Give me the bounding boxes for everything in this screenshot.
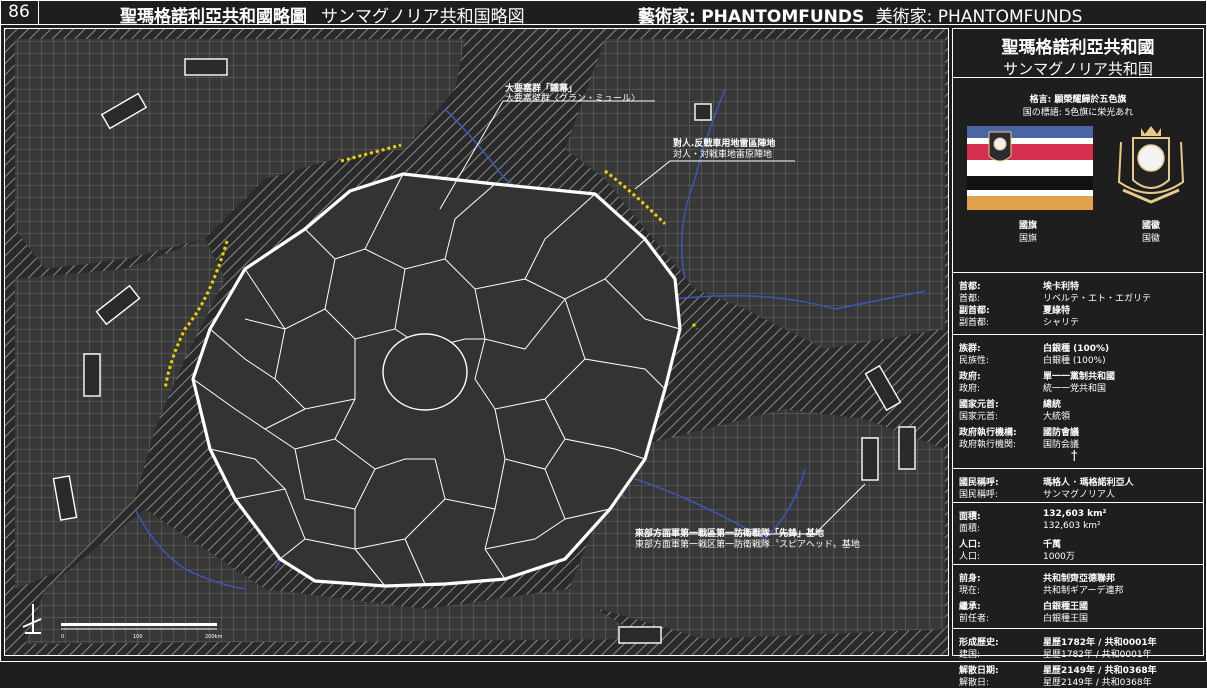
info-value: 統一一党共和国 [1043, 384, 1107, 394]
artist-name: PHANTOMFUNDS [701, 7, 865, 27]
info-row: 政府執行機関: 国防会議 [953, 437, 1203, 450]
coa-caption: 國徽 国徽 [1121, 218, 1181, 244]
label-spearhead-base: 東部方面軍第一戰區第一防衛戰隊「先鋒」基地 [635, 527, 824, 539]
info-value: 132,603 km² [1043, 509, 1107, 519]
info-key: 建国: [959, 650, 981, 660]
predecessor-section: 前身: 共和制齊亞德聯邦 現在: 共和制ギアーデ連邦 繼承: 白銀種王國 前任者: 白銀… [953, 565, 1203, 629]
national-flag [967, 126, 1093, 210]
map-svg: 大要塞群「鐵幕」 大要塞壁群〈グラン・ミュール〉 對人.反戰車用地雷區陣地 対人… [5, 29, 948, 655]
info-row: 人口: 千萬 [953, 537, 1203, 550]
label-spearhead-base-sub: 東部方面軍第一戦区第一防衛戦隊〝スピアヘッド〟基地 [635, 538, 860, 550]
flag-label-sub: 国旗 [1018, 234, 1037, 244]
info-value: シャリテ [1043, 318, 1080, 328]
info-key: 民族性: [959, 356, 990, 366]
info-row: 國民稱呼: 瑪格人 · 瑪格諾利亞人 [953, 475, 1203, 488]
info-value: 星歴1782年 / 共和0001年 [1043, 650, 1152, 660]
info-row: 副首都: 夏綠特 [953, 303, 1203, 316]
info-key: 副首都: [959, 318, 990, 328]
info-row: 建国: 星歴1782年 / 共和0001年 [953, 647, 1203, 660]
title-sub: サンマグノリア共和国略図 [321, 7, 525, 27]
info-key: 前任者: [959, 614, 990, 624]
info-row: 族群: 白銀種 (100%) [953, 341, 1203, 354]
country-name-section: 聖瑪格諾利亞共和國 サンマグノリア共和国 [953, 29, 1203, 78]
dagger-row: † [953, 449, 1203, 464]
info-row: 前任者: 白銀種王国 [953, 611, 1203, 624]
info-key: 国民稱呼: [959, 490, 999, 500]
scale-tick-200: 200km [205, 634, 222, 640]
page-title: 聖瑪格諾利亞共和國略圖 サンマグノリア共和国略図 [120, 2, 525, 27]
motto-section: 格言: 願榮耀歸於五色旗 国の標語: 5色旗に栄光あれ 國旗 国旗 國徽 国徽 [953, 78, 1203, 273]
info-row: 面積: 132,603 km² [953, 521, 1203, 534]
artist-sub: 美術家: PHANTOMFUNDS [875, 7, 1083, 27]
country-name-sub: サンマグノリア共和国 [1003, 60, 1153, 78]
info-row: 人口: 1000万 [953, 549, 1203, 562]
motto-sub: 国の標語: 5色旗に栄光あれ [1022, 108, 1134, 118]
label-iron-curtain-sub: 大要塞壁群〈グラン・ミュール〉 [505, 92, 640, 104]
map-area: 大要塞群「鐵幕」 大要塞壁群〈グラン・ミュール〉 對人.反戰車用地雷區陣地 対人… [4, 28, 949, 656]
info-key: 解散日: [959, 678, 990, 688]
info-row: 解散日期: 星歷2149年 / 共和0368年 [953, 663, 1203, 676]
scale-tick-0: 0 [61, 634, 64, 640]
info-row: 首都: 埃卡利特 [953, 279, 1203, 292]
info-value: 白銀種王国 [1043, 614, 1089, 624]
info-row: 首都: リベルテ・エト・エガリテ [953, 291, 1203, 304]
info-value: 1000万 [1043, 552, 1075, 562]
coa-label-sub: 国徽 [1141, 234, 1160, 244]
info-value: 星歴2149年 / 共和0368年 [1043, 678, 1152, 688]
info-key: 国家元首: [959, 412, 999, 422]
government-section: 族群: 白銀種 (100%) 民族性: 白銀種 (100%) 政府: 單一一黨制共和國… [953, 335, 1203, 469]
info-row: 形成歷史: 星歷1782年 / 共和0001年 [953, 635, 1203, 648]
country-name: 聖瑪格諾利亞共和國 [1001, 38, 1155, 58]
info-row: 面積: 132,603 km² [953, 509, 1203, 522]
motto: 格言: 願榮耀歸於五色旗 [1029, 95, 1127, 105]
info-row: 国民稱呼: サンマグノリア人 [953, 487, 1203, 500]
info-value: サンマグノリア人 [1043, 490, 1115, 500]
scale-tick-100: 100 [133, 634, 143, 640]
header-bar: 86 聖瑪格諾利亞共和國略圖 サンマグノリア共和国略図 藝術家: PHANTOMF… [0, 0, 1207, 27]
info-value: 大統領 [1043, 412, 1071, 422]
artist-label: 藝術家: [638, 7, 696, 27]
info-value: 132,603 km² [1043, 521, 1101, 531]
label-iron-curtain: 大要塞群「鐵幕」 [505, 82, 577, 94]
info-panel: 聖瑪格諾利亞共和國 サンマグノリア共和国 格言: 願榮耀歸於五色旗 国の標語: … [952, 28, 1204, 688]
info-key: 政府: [959, 384, 981, 394]
info-row: 現在: 共和制ギアーデ連邦 [953, 583, 1203, 596]
artist-credit: 藝術家: PHANTOMFUNDS 美術家: PHANTOMFUNDS [638, 2, 1082, 27]
capital-section: 首都: 埃卡利特 首都: リベルテ・エト・エガリテ 副首都: 夏綠特 副首都: シャリテ [953, 273, 1203, 335]
dagger-icon: † [1071, 449, 1078, 464]
area-population-section: 面積: 132,603 km² 面積: 132,603 km² 人口: 千萬 人口: 1… [953, 503, 1203, 565]
demonym-section: 國民稱呼: 瑪格人 · 瑪格諾利亞人 国民稱呼: サンマグノリア人 [953, 469, 1203, 503]
info-row: 政府執行機構: 國防會議 [953, 425, 1203, 438]
info-row: 民族性: 白銀種 (100%) [953, 353, 1203, 366]
info-row: 政府: 單一一黨制共和國 [953, 369, 1203, 382]
info-key: 現在: [959, 586, 981, 596]
info-row: 繼承: 白銀種王國 [953, 599, 1203, 612]
info-row: 副首都: シャリテ [953, 315, 1203, 328]
coa-label: 國徽 [1141, 221, 1160, 231]
info-key: 面積: [959, 524, 981, 534]
info-row: 解散日: 星歴2149年 / 共和0368年 [953, 675, 1203, 688]
flag-emblem-icon [988, 131, 1012, 162]
history-section: 形成歷史: 星歷1782年 / 共和0001年 建国: 星歴1782年 / 共和00… [953, 629, 1203, 688]
info-row: 前身: 共和制齊亞德聯邦 [953, 571, 1203, 584]
capital-district [382, 333, 468, 411]
label-minefield: 對人.反戰車用地雷區陣地 [673, 137, 775, 149]
page-number: 86 [0, 0, 39, 24]
flag-caption: 國旗 国旗 [998, 218, 1058, 244]
label-minefield-sub: 対人・対戦車地雷原陣地 [673, 148, 772, 160]
flag-label: 國旗 [1018, 221, 1037, 231]
info-row: 国家元首: 大統領 [953, 409, 1203, 422]
info-row: 政府: 統一一党共和国 [953, 381, 1203, 394]
info-value: 白銀種 (100%) [1043, 356, 1106, 366]
info-key: 人口: [959, 552, 981, 562]
coat-of-arms-icon [1117, 126, 1185, 204]
info-row: 國家元首: 總統 [953, 397, 1203, 410]
title-main: 聖瑪格諾利亞共和國略圖 [120, 7, 307, 27]
info-value: 共和制ギアーデ連邦 [1043, 586, 1124, 596]
